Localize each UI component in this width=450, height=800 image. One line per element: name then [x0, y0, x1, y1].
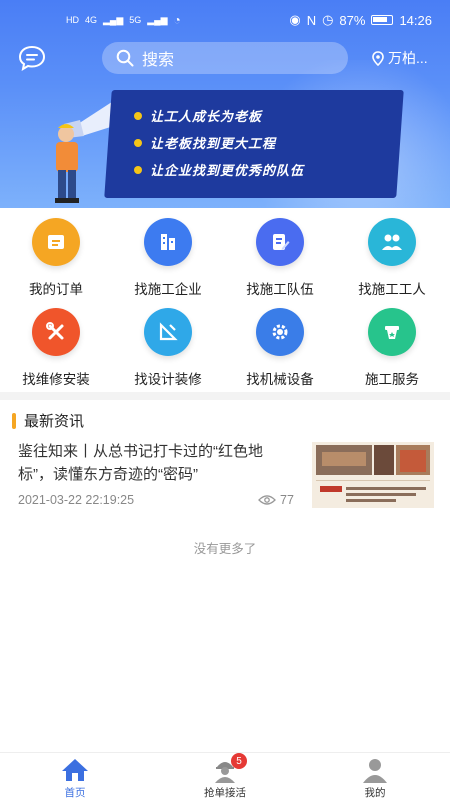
- signal-bars-icon-2: ▂▄▆: [147, 14, 168, 25]
- service-label: 找施工企业: [134, 282, 202, 297]
- wifi-icon: ◔: [173, 13, 181, 27]
- location-selector[interactable]: 万柏...: [372, 48, 428, 68]
- section-accent-bar: [12, 412, 16, 429]
- network-label: HD: [66, 15, 79, 25]
- banner-slogans: 让工人成长为老板 让老板找到更大工程 让企业找到更优秀的队伍: [134, 106, 304, 179]
- news-section-title: 最新资讯: [24, 413, 85, 430]
- slogan-text: 让老板找到更大工程: [150, 136, 277, 151]
- service-label: 找施工队伍: [246, 282, 314, 297]
- status-left: HD 4G ▂▄▆ 5G ▂▄▆ ◔: [66, 13, 181, 27]
- eye-icon: [258, 495, 276, 505]
- service-label: 找施工工人: [358, 282, 426, 297]
- order-icon: [32, 218, 80, 266]
- tab-home[interactable]: 首页: [0, 753, 150, 800]
- tab-mine[interactable]: 我的: [300, 753, 450, 800]
- news-section-header: 最新资讯: [12, 410, 84, 431]
- building-icon: [144, 218, 192, 266]
- tab-label: 首页: [64, 787, 86, 799]
- slogan-item: 让工人成长为老板: [134, 106, 304, 125]
- news-item[interactable]: 鉴往知来丨从总书记打卡过的“红色地标”，读懂东方奇迹的“密码” 2021-03-…: [18, 440, 434, 512]
- message-button[interactable]: [18, 45, 46, 72]
- edit-doc-icon: [256, 218, 304, 266]
- service-label: 找维修安装: [22, 372, 90, 387]
- service-icon: [368, 308, 416, 356]
- slogan-item: 让老板找到更大工程: [134, 133, 304, 152]
- battery-icon: [371, 15, 394, 25]
- news-time: 2021-03-22 22:19:25: [18, 493, 135, 507]
- tab-label: 抢单接活: [204, 787, 246, 799]
- service-repair-install[interactable]: 找维修安装: [0, 308, 112, 388]
- user-icon: [361, 757, 389, 783]
- service-find-team[interactable]: 找施工队伍: [224, 218, 336, 298]
- status-right: ◉ N ◷ 87% 14:26: [289, 12, 432, 28]
- service-machinery[interactable]: 找机械设备: [224, 308, 336, 388]
- news-view-count: 77: [280, 493, 294, 507]
- service-design-decoration[interactable]: 找设计装修: [112, 308, 224, 388]
- design-icon: [144, 308, 192, 356]
- gear-icon: [256, 308, 304, 356]
- section-divider: [0, 392, 450, 400]
- search-input[interactable]: 搜索: [102, 42, 348, 74]
- news-thumbnail[interactable]: [312, 442, 434, 508]
- service-my-orders[interactable]: 我的订单: [0, 218, 112, 298]
- search-icon: [116, 49, 134, 67]
- service-construction[interactable]: 施工服务: [336, 308, 448, 388]
- alarm-icon: ◷: [322, 12, 334, 27]
- service-label: 找机械设备: [246, 372, 314, 387]
- slogan-text: 让工人成长为老板: [150, 109, 263, 124]
- bottom-tab-bar: 首页 5 抢单接活 我的: [0, 752, 450, 800]
- home-icon: [61, 757, 89, 783]
- chat-bubble-icon: [18, 45, 46, 72]
- signal-2-label: 5G: [129, 15, 142, 25]
- news-thumbnail-image: [316, 445, 430, 502]
- service-label: 找设计装修: [134, 372, 202, 387]
- service-label: 施工服务: [365, 372, 419, 387]
- tab-grab-orders[interactable]: 5 抢单接活: [150, 753, 300, 800]
- slogan-text: 让企业找到更优秀的队伍: [150, 163, 305, 178]
- clock-time: 14:26: [399, 12, 432, 28]
- signal-1-label: 4G: [85, 15, 98, 25]
- eye-icon: ◉: [289, 12, 301, 27]
- worker-icon: 5: [211, 753, 247, 783]
- news-title: 鉴往知来丨从总书记打卡过的“红色地标”，读懂东方奇迹的“密码”: [18, 443, 263, 483]
- service-find-company[interactable]: 找施工企业: [112, 218, 224, 298]
- service-label: 我的订单: [29, 282, 83, 297]
- tools-icon: [32, 308, 80, 356]
- service-grid: 我的订单 找施工企业 找施工队伍 找施工工人 找维修安装 找设计装修 找机械设备…: [0, 210, 450, 390]
- workers-icon: [368, 218, 416, 266]
- slogan-item: 让企业找到更优秀的队伍: [134, 160, 304, 179]
- notification-badge: 5: [231, 753, 247, 769]
- location-pin-icon: [372, 50, 384, 66]
- battery-percent: 87%: [339, 12, 366, 28]
- news-views: 77: [258, 493, 294, 507]
- location-label: 万柏...: [388, 50, 428, 66]
- signal-bars-icon: ▂▄▆: [103, 14, 124, 25]
- search-placeholder: 搜索: [142, 52, 175, 69]
- status-bar: HD 4G ▂▄▆ 5G ▂▄▆ ◔ ◉ N ◷ 87% 14:26: [0, 0, 450, 40]
- tab-label: 我的: [364, 787, 386, 799]
- nfc-icon: N: [306, 12, 317, 28]
- no-more-label: 没有更多了: [193, 542, 257, 556]
- service-find-workers[interactable]: 找施工工人: [336, 218, 448, 298]
